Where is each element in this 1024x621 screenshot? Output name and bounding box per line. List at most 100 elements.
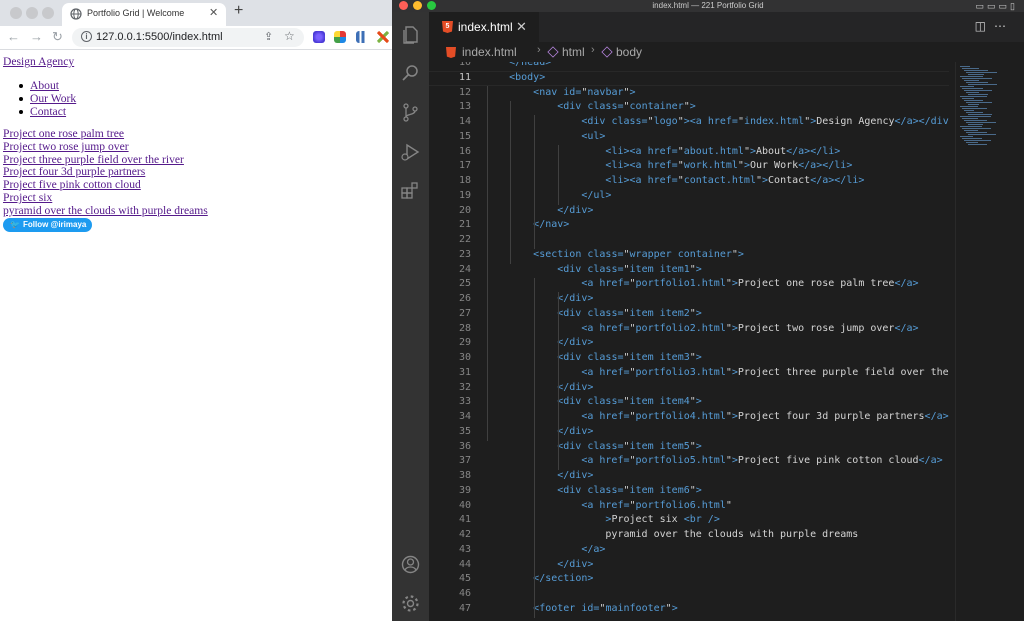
url-text[interactable]: 127.0.0.1:5500/index.html	[96, 31, 223, 43]
code-line[interactable]: <div class="item item5">	[485, 441, 702, 452]
new-tab-button[interactable]: +	[234, 2, 243, 20]
search-icon[interactable]	[400, 63, 421, 84]
nav-link-contact[interactable]: Contact	[30, 105, 66, 118]
code-line[interactable]: <a href="portfolio1.html">Project one ro…	[485, 278, 918, 289]
code-line[interactable]: <div class="item item2">	[485, 308, 702, 319]
breadcrumb-body[interactable]: body	[616, 45, 642, 59]
code-line[interactable]: pyramid over the clouds with purple drea…	[485, 529, 858, 540]
layout-toggle-icons[interactable]: ▭▭▭▯	[976, 1, 1018, 12]
code-line[interactable]: >Project six <br />	[485, 514, 719, 525]
forward-icon[interactable]: →	[30, 29, 43, 44]
code-line[interactable]: </div>	[485, 337, 593, 348]
code-line[interactable]: <nav id="navbar">	[485, 87, 635, 98]
project-link-6[interactable]: Project six	[3, 191, 52, 204]
minimap-line	[966, 72, 997, 73]
code-line[interactable]: <a href="portfolio4.html">Project four 3…	[485, 411, 948, 422]
extensions-icon[interactable]	[400, 180, 421, 201]
indent-guide	[534, 277, 535, 618]
code-line[interactable]: <div class="container">	[485, 101, 696, 112]
nav-item-about: About	[0, 79, 76, 92]
minimap-line	[962, 78, 992, 79]
minimap-line	[962, 118, 978, 119]
extension-icon-3[interactable]	[356, 31, 368, 43]
code-line[interactable]: </div>	[485, 205, 593, 216]
extension-icon-4[interactable]	[377, 31, 389, 43]
line-number: 46	[458, 588, 471, 599]
share-icon[interactable]: ⇪	[264, 30, 273, 43]
code-line[interactable]: <body>	[485, 72, 545, 83]
code-line[interactable]: <a href="portfolio6.html"	[485, 500, 732, 511]
indent-guide	[558, 144, 559, 205]
breadcrumb-file[interactable]: index.html	[462, 45, 517, 59]
code-line[interactable]: </div>	[485, 382, 593, 393]
code-line[interactable]: <div class="item item6">	[485, 485, 702, 496]
close-tab-icon[interactable]: ✕	[209, 6, 218, 19]
minimap[interactable]	[955, 62, 1024, 621]
project-link-3[interactable]: Project three purple field over the rive…	[3, 153, 184, 166]
more-actions-icon[interactable]: ⋯	[994, 19, 1014, 33]
code-line[interactable]: </a>	[485, 544, 605, 555]
window-close-button[interactable]	[10, 7, 22, 19]
site-info-icon[interactable]: i	[81, 31, 92, 42]
project-link-5[interactable]: Project five pink cotton cloud	[3, 178, 141, 191]
code-line[interactable]: <li><a href="contact.html">Contact</a></…	[485, 175, 864, 186]
run-debug-icon[interactable]	[400, 141, 421, 162]
source-control-icon[interactable]	[400, 102, 421, 123]
nav-item-contact: Contact	[0, 105, 76, 118]
breadcrumb-html[interactable]: html	[562, 45, 585, 59]
nav-link-about[interactable]: About	[30, 79, 59, 92]
browser-tab[interactable]: Portfolio Grid | Welcome ✕	[62, 3, 226, 26]
window-zoom-button[interactable]	[42, 7, 54, 19]
minimap-line	[966, 132, 987, 133]
code-line[interactable]: </div>	[485, 426, 593, 437]
nav-link-work[interactable]: Our Work	[30, 92, 76, 105]
settings-gear-icon[interactable]	[400, 593, 421, 614]
code-editor[interactable]: 10 11 12 13 14 15 16 17 18 19 20 21 22 23 24 25 26 27 28 29…	[429, 62, 949, 621]
code-area[interactable]: </head> <body> <nav id="navbar"> <div cl…	[485, 62, 949, 621]
project-link-1[interactable]: Project one rose palm tree	[3, 127, 124, 140]
twitter-follow-button[interactable]: 🐦 Follow @irimaya	[3, 218, 92, 232]
project-link-6-line-2[interactable]: pyramid over the clouds with purple drea…	[3, 204, 208, 217]
globe-icon	[70, 8, 82, 20]
project-link-2[interactable]: Project two rose jump over	[3, 140, 129, 153]
code-line[interactable]: <footer id="mainfooter">	[485, 603, 678, 614]
line-number: 37	[458, 455, 471, 467]
extension-icon-2[interactable]	[334, 31, 346, 43]
vscode-titlebar: index.html — 221 Portfolio Grid ▭▭▭▯	[392, 0, 1024, 12]
code-line[interactable]: <a href="portfolio3.html">Project three …	[485, 367, 949, 378]
back-icon[interactable]: ←	[7, 29, 20, 44]
code-line[interactable]: <div class="item item3">	[485, 352, 702, 363]
code-line[interactable]: </div>	[485, 559, 593, 570]
code-line[interactable]: </head>	[485, 62, 551, 68]
code-line[interactable]: <li><a href="work.html">Our Work</a></li…	[485, 160, 852, 171]
code-line[interactable]: </div>	[485, 470, 593, 481]
code-line[interactable]: <li><a href="about.html">About</a></li>	[485, 146, 840, 157]
project-link-4[interactable]: Project four 3d purple partners	[3, 165, 145, 178]
code-line[interactable]: </section>	[485, 573, 593, 584]
line-number: 42	[458, 529, 471, 540]
editor-tab-index-html[interactable]: 5 index.html ✕	[429, 12, 539, 42]
bookmark-star-icon[interactable]: ☆	[284, 29, 295, 43]
code-line[interactable]: <a href="portfolio5.html">Project five p…	[485, 455, 942, 466]
code-line[interactable]: <div class="item item1">	[485, 264, 702, 275]
code-line[interactable]: <div class="item item4">	[485, 396, 702, 407]
split-editor-icon[interactable]: ◫	[975, 19, 994, 33]
code-line[interactable]: <section class="wrapper container">	[485, 249, 744, 260]
account-icon[interactable]	[400, 554, 421, 575]
code-line[interactable]: <a href="portfolio2.html">Project two ro…	[485, 323, 918, 334]
code-line[interactable]: </nav>	[485, 219, 569, 230]
project-list: Project one rose palm tree Project two r…	[3, 127, 208, 218]
code-line[interactable]: </ul>	[485, 190, 611, 201]
minimap-line	[962, 98, 974, 99]
code-line[interactable]: <div class="logo"><a href="index.html">D…	[485, 116, 949, 127]
address-bar[interactable]: i 127.0.0.1:5500/index.html ⇪ ☆	[72, 28, 304, 47]
extension-icon-1[interactable]	[313, 31, 325, 43]
line-number: 24	[458, 263, 471, 275]
code-line[interactable]: </div>	[485, 293, 593, 304]
logo-link[interactable]: Design Agency	[3, 55, 74, 68]
code-line[interactable]: <ul>	[485, 131, 605, 142]
explorer-icon[interactable]	[400, 24, 421, 45]
close-editor-tab-icon[interactable]: ✕	[516, 19, 527, 35]
window-minimize-button[interactable]	[26, 7, 38, 19]
reload-icon[interactable]: ↻	[52, 29, 63, 45]
